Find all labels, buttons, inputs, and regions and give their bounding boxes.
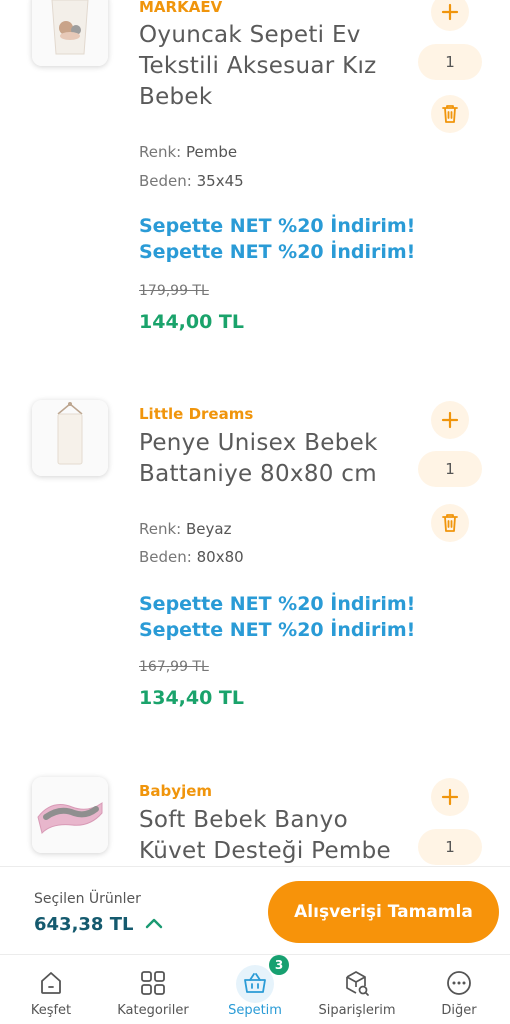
promo-text: Sepette NET %20 İndirim! xyxy=(139,619,416,641)
toy-basket-image xyxy=(32,0,108,66)
product-title-line: Bebek xyxy=(139,84,213,110)
product-title[interactable]: Soft Bebek Banyo Küvet Desteği Pembe xyxy=(139,805,401,866)
increase-quantity-button[interactable] xyxy=(431,0,469,31)
plus-icon xyxy=(441,788,459,806)
old-price: 167,99 TL xyxy=(139,659,209,675)
plus-icon xyxy=(441,411,459,429)
blanket-image xyxy=(32,400,108,476)
tab-kesfet[interactable]: Keşfet xyxy=(0,955,102,1024)
product-title-line: Tekstili Aksesuar Kız xyxy=(139,53,377,79)
color-value: Pembe xyxy=(186,143,238,161)
tab-label: Diğer xyxy=(441,1003,477,1018)
promo-text: Sepette NET %20 İndirim! xyxy=(139,593,416,615)
tab-diger[interactable]: Diğer xyxy=(408,955,510,1024)
increase-quantity-button[interactable] xyxy=(431,778,469,816)
quantity-display: 1 xyxy=(418,44,482,80)
product-title-line: Battaniye 80x80 cm xyxy=(139,461,377,487)
product-color: Renk: Pembe xyxy=(139,143,237,161)
baby-bath-support-image xyxy=(32,777,108,853)
size-label: Beden: xyxy=(139,548,192,566)
product-title-line: Penye Unisex Bebek xyxy=(139,430,378,456)
quantity-display: 1 xyxy=(418,829,482,865)
tab-sepetim[interactable]: 3 Sepetim xyxy=(204,955,306,1024)
tab-label: Siparişlerim xyxy=(318,1003,396,1018)
color-label: Renk: xyxy=(139,143,182,161)
plus-icon xyxy=(441,3,459,21)
cart-summary-bar: Seçilen Ürünler 643,38 TL Alışverişi Tam… xyxy=(0,866,510,954)
tab-label: Kategoriler xyxy=(117,1003,189,1018)
product-brand: Little Dreams xyxy=(139,405,254,423)
promo-text: Sepette NET %20 İndirim! xyxy=(139,241,416,263)
product-brand: Babyjem xyxy=(139,782,213,800)
size-label: Beden: xyxy=(139,172,192,190)
color-value: Beyaz xyxy=(186,520,232,538)
promo-text: Sepette NET %20 İndirim! xyxy=(139,215,416,237)
quantity-display: 1 xyxy=(418,451,482,487)
checkout-button[interactable]: Alışverişi Tamamla xyxy=(268,881,499,943)
new-price: 134,40 TL xyxy=(139,687,245,709)
tab-siparislerim[interactable]: Siparişlerim xyxy=(306,955,408,1024)
increase-quantity-button[interactable] xyxy=(431,401,469,439)
old-price: 179,99 TL xyxy=(139,283,209,299)
size-value: 35x45 xyxy=(196,172,244,190)
cart-count-badge: 3 xyxy=(269,955,289,975)
more-icon xyxy=(447,971,471,995)
remove-item-button[interactable] xyxy=(431,95,469,133)
product-title-line: Küvet Desteği Pembe xyxy=(139,838,391,864)
product-title-line: Oyuncak Sepeti Ev xyxy=(139,22,361,48)
remove-item-button[interactable] xyxy=(431,504,469,542)
product-title-line: Soft Bebek Banyo xyxy=(139,807,348,833)
product-color: Renk: Beyaz xyxy=(139,520,231,538)
tab-label: Keşfet xyxy=(30,1003,72,1018)
new-price: 144,00 TL xyxy=(139,311,245,333)
size-value: 80x80 xyxy=(196,548,244,566)
cart-list[interactable]: MARKAEV Oyuncak Sepeti Ev Tekstili Akses… xyxy=(0,0,510,866)
bottom-tab-bar: Keşfet Kategoriler 3 Sepetim Siparişleri… xyxy=(0,954,510,1024)
product-thumbnail[interactable] xyxy=(32,400,108,476)
product-size: Beden: 35x45 xyxy=(139,172,244,190)
trash-icon xyxy=(442,514,458,532)
package-search-icon xyxy=(346,971,369,996)
product-size: Beden: 80x80 xyxy=(139,548,244,566)
color-label: Renk: xyxy=(139,520,182,538)
chevron-up-icon[interactable] xyxy=(142,913,166,933)
tab-kategoriler[interactable]: Kategoriler xyxy=(102,955,204,1024)
product-thumbnail[interactable] xyxy=(32,777,108,853)
cart-total: 643,38 TL xyxy=(34,914,134,935)
product-title[interactable]: Oyuncak Sepeti Ev Tekstili Aksesuar Kız … xyxy=(139,20,401,113)
home-icon xyxy=(41,972,61,994)
product-title[interactable]: Penye Unisex Bebek Battaniye 80x80 cm xyxy=(139,428,401,490)
grid-icon xyxy=(141,971,165,995)
tab-label: Sepetim xyxy=(228,1003,282,1018)
product-brand: MARKAEV xyxy=(139,0,223,16)
basket-icon xyxy=(244,973,266,993)
trash-icon xyxy=(442,105,458,123)
product-thumbnail[interactable] xyxy=(32,0,108,66)
selected-items-label: Seçilen Ürünler xyxy=(34,891,141,907)
